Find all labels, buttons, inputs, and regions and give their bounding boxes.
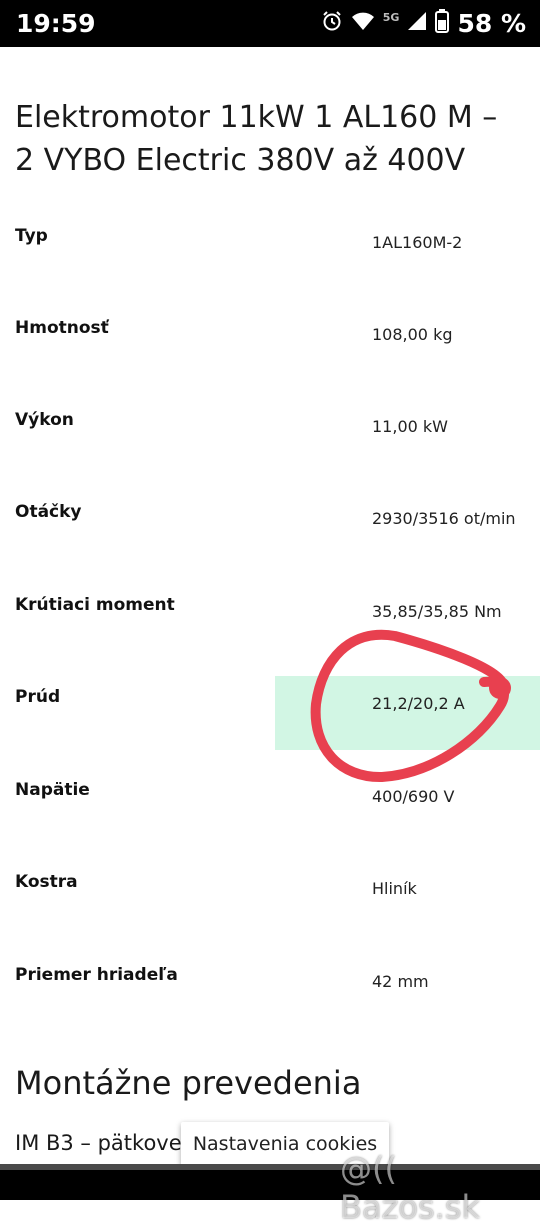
network-type-label: 5G [382,10,400,24]
battery-percent: 58 % [457,8,526,38]
spec-row-priemer-hriadela: Priemer hriadeľa 42 mm [0,965,540,1025]
spec-row-napatie: Napätie 400/690 V [0,780,540,840]
signal-icon [407,11,427,35]
spec-value: 11,00 kW [372,417,448,436]
battery-icon [435,9,450,37]
spec-row-kostra: Kostra Hliník [0,872,540,932]
spec-label: Výkon [15,410,74,430]
spec-value: 21,2/20,2 A [372,694,465,713]
spec-label: Prúd [15,687,61,707]
mounting-item: IM B3 – pätkove [15,1131,182,1155]
spec-value: 1AL160M-2 [372,233,463,252]
spec-row-krutiaci-moment: Krútiaci moment 35,85/35,85 Nm [0,595,540,655]
spec-label: Kostra [15,872,78,892]
spec-value: 400/690 V [372,787,455,806]
spec-label: Napätie [15,780,90,800]
product-title: Elektromotor 11kW 1 AL160 M – 2 VYBO Ele… [15,100,498,178]
spec-value: 108,00 kg [372,325,453,344]
mounting-section-title: Montážne prevedenia [15,1064,362,1102]
spec-row-hmotnost: Hmotnosť 108,00 kg [0,318,540,378]
status-icons: 5G 58 % [321,8,526,38]
watermark-logo: @(( Bazos.sk [340,1150,480,1226]
spec-value: 35,85/35,85 Nm [372,602,502,621]
spec-value: Hliník [372,879,417,898]
spec-label: Priemer hriadeľa [15,965,178,985]
spec-row-vykon: Výkon 11,00 kW [0,410,540,470]
spec-label: Typ [15,226,48,246]
alarm-icon [321,10,343,36]
spec-value: 2930/3516 ot/min [372,509,516,528]
status-time: 19:59 [16,9,96,38]
spec-row-prud: Prúd 21,2/20,2 A [0,687,540,747]
spec-row-typ: Typ 1AL160M-2 [0,226,540,286]
spec-label: Otáčky [15,502,82,522]
wifi-icon [351,11,375,35]
status-bar: 19:59 5G 58 % [0,0,540,47]
spec-row-otacky: Otáčky 2930/3516 ot/min [0,502,540,562]
spec-value: 42 mm [372,972,429,991]
spec-label: Hmotnosť [15,318,109,338]
spec-label: Krútiaci moment [15,595,175,615]
